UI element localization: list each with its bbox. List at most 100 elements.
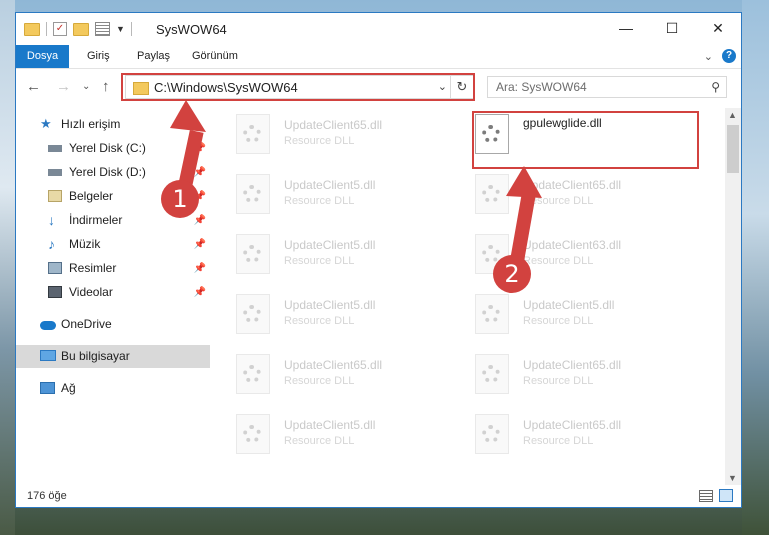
file-name: UpdateClient5.dll (284, 418, 376, 432)
dll-file-icon (475, 354, 509, 394)
download-icon: ↓ (48, 212, 55, 228)
file-name: UpdateClient63.dll (523, 238, 622, 252)
file-type: Resource DLL (523, 255, 594, 267)
list-item[interactable]: UpdateClient65.dll Resource DLL (451, 408, 671, 460)
vertical-scrollbar[interactable]: ▲ ▼ (725, 108, 741, 485)
close-button[interactable]: ✕ (695, 13, 741, 44)
dll-file-icon (236, 234, 270, 274)
sidebar-item-label: Hızlı erişim (61, 117, 121, 131)
window-title: SysWOW64 (156, 22, 227, 37)
file-type: Resource DLL (284, 195, 355, 207)
arrow-1-head-icon (170, 100, 206, 132)
sidebar-item-disk-c[interactable]: Yerel Disk (C:) 📌 (16, 137, 210, 160)
sidebar-item-label: Yerel Disk (D:) (69, 165, 146, 179)
step-badge-1: 1 (161, 180, 199, 218)
pin-icon[interactable]: 📌 (194, 281, 206, 304)
sidebar-item-onedrive[interactable]: OneDrive (16, 313, 210, 336)
sidebar-item-label: Videolar (69, 285, 113, 299)
minimize-button[interactable]: — (603, 13, 649, 44)
sidebar-item-label: Ağ (61, 381, 76, 395)
sidebar-item-label: Bu bilgisayar (61, 349, 130, 363)
desktop-background-left (0, 0, 15, 535)
customize-toolbar-icon[interactable]: ▼ (116, 24, 125, 34)
list-item[interactable]: UpdateClient5.dll Resource DLL (212, 168, 432, 220)
sidebar-item-label: Resimler (69, 261, 117, 275)
list-properties-icon[interactable] (95, 22, 110, 36)
help-icon[interactable]: ? (722, 49, 736, 63)
expand-ribbon-icon[interactable]: ⌄ (704, 50, 713, 63)
file-type: Resource DLL (284, 255, 355, 267)
details-view-icon[interactable] (699, 490, 713, 502)
cloud-icon (40, 321, 56, 330)
new-folder-icon[interactable] (73, 22, 89, 36)
sidebar-item-videos[interactable]: Videolar 📌 (16, 281, 210, 304)
search-input[interactable]: Ara: SysWOW64 ⚲ (487, 76, 727, 98)
file-type: Resource DLL (523, 375, 594, 387)
file-highlight (472, 111, 699, 169)
item-count: 176 öğe (27, 490, 67, 502)
properties-check-icon[interactable]: ✓ (53, 22, 67, 36)
drive-icon (48, 169, 62, 176)
network-icon (40, 382, 55, 394)
search-icon[interactable]: ⚲ (711, 80, 720, 94)
toolbar-divider (46, 22, 47, 36)
sidebar-item-label: OneDrive (61, 317, 112, 331)
tab-file[interactable]: Dosya (16, 45, 69, 68)
list-item[interactable]: UpdateClient5.dll Resource DLL (212, 408, 432, 460)
file-name: UpdateClient65.dll (523, 358, 622, 372)
pictures-icon (48, 262, 62, 274)
dll-file-icon (236, 294, 270, 334)
forward-arrow-icon[interactable]: → (56, 78, 71, 95)
sidebar-item-pictures[interactable]: Resimler 📌 (16, 257, 210, 280)
file-type: Resource DLL (284, 315, 355, 327)
search-placeholder: Ara: SysWOW64 (496, 80, 587, 94)
folder-icon (24, 22, 40, 36)
list-item[interactable]: UpdateClient5.dll Resource DLL (451, 288, 671, 340)
file-type: Resource DLL (284, 135, 355, 147)
toolbar-divider (130, 22, 132, 36)
scrollbar-thumb[interactable] (727, 125, 739, 173)
file-type: Resource DLL (284, 375, 355, 387)
pin-icon[interactable]: 📌 (194, 233, 206, 256)
pin-icon[interactable]: 📌 (194, 257, 206, 280)
video-icon (48, 286, 62, 298)
back-arrow-icon[interactable]: ← (26, 78, 41, 95)
list-item[interactable]: UpdateClient5.dll Resource DLL (212, 288, 432, 340)
list-item[interactable]: UpdateClient65.dll Resource DLL (451, 168, 671, 220)
sidebar-item-label: Belgeler (69, 189, 114, 203)
file-name: UpdateClient5.dll (284, 298, 376, 312)
status-bar: 176 öğe (16, 485, 741, 507)
pin-icon[interactable]: 📌 (194, 209, 206, 232)
title-bar: ✓ ▼ SysWOW64 — ☐ ✕ (16, 13, 741, 45)
drive-icon (48, 145, 62, 152)
list-item[interactable]: UpdateClient5.dll Resource DLL (212, 228, 432, 280)
tab-view[interactable]: Görünüm (192, 45, 238, 68)
list-item[interactable]: UpdateClient65.dll Resource DLL (212, 108, 432, 160)
file-name: UpdateClient5.dll (284, 178, 376, 192)
tab-home[interactable]: Giriş (87, 45, 110, 68)
scroll-down-icon[interactable]: ▼ (728, 473, 737, 483)
dll-file-icon (236, 174, 270, 214)
file-name: UpdateClient5.dll (284, 238, 376, 252)
sidebar-item-label: Yerel Disk (C:) (69, 141, 146, 155)
tab-share[interactable]: Paylaş (137, 45, 170, 68)
dll-file-icon (236, 114, 270, 154)
sidebar-item-music[interactable]: ♪ Müzik 📌 (16, 233, 210, 256)
sidebar-item-network[interactable]: Ağ (16, 377, 210, 400)
up-arrow-icon[interactable]: ↑ (102, 78, 110, 95)
list-item[interactable]: UpdateClient65.dll Resource DLL (451, 348, 671, 400)
dll-file-icon (475, 414, 509, 454)
list-item[interactable]: UpdateClient65.dll Resource DLL (212, 348, 432, 400)
maximize-button[interactable]: ☐ (649, 13, 695, 44)
file-name: UpdateClient5.dll (523, 298, 615, 312)
list-item[interactable]: UpdateClient63.dll Resource DLL (451, 228, 671, 280)
file-name: UpdateClient65.dll (284, 358, 383, 372)
scroll-up-icon[interactable]: ▲ (728, 110, 737, 120)
computer-icon (40, 350, 56, 361)
sidebar-item-label: İndirmeler (69, 213, 123, 227)
sidebar-item-this-pc[interactable]: Bu bilgisayar (16, 345, 210, 368)
address-bar-highlight (121, 73, 475, 101)
music-icon: ♪ (48, 236, 55, 252)
large-icons-view-icon[interactable] (719, 489, 733, 502)
recent-locations-icon[interactable]: ⌄ (82, 81, 90, 92)
